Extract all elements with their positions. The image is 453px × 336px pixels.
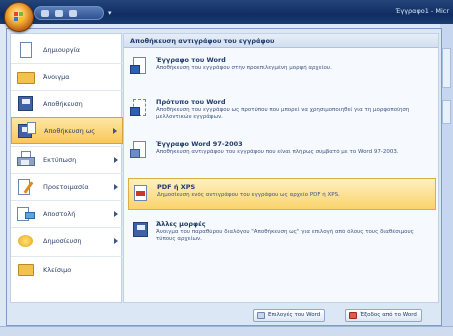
option-other-formats[interactable]: Άλλες μορφές Άνοιγμα του παραθύρου διαλό… xyxy=(128,216,436,256)
menu-item-print[interactable]: Εκτύπωση xyxy=(11,146,123,173)
other-formats-icon xyxy=(130,220,150,242)
option-pdf-xps[interactable]: PDF ή XPS Δημοσίευση ενός αντιγράφου του… xyxy=(128,178,436,210)
close-folder-icon xyxy=(15,260,37,280)
option-word-document[interactable]: Έγγραφο του Word Αποθήκευση του εγγράφου… xyxy=(128,52,436,92)
redo-icon[interactable] xyxy=(69,10,77,17)
menu-item-publish[interactable]: Δημοσίευση xyxy=(11,227,123,254)
submenu-arrow-icon xyxy=(114,238,118,244)
exit-word-button[interactable]: Έξοδος από το Word xyxy=(345,309,422,322)
option-word-template[interactable]: Πρότυπο του Word Αποθήκευση του εγγράφου… xyxy=(128,94,436,134)
office-button[interactable] xyxy=(4,2,34,32)
window-title: Έγγραφο1 - Micr xyxy=(395,7,450,15)
word-options-button[interactable]: Επιλογές του Word xyxy=(253,309,326,322)
save-as-submenu: Αποθήκευση αντιγράφου του εγγράφου Έγγρα… xyxy=(123,33,439,303)
menu-item-save-as[interactable]: Αποθήκευση ως xyxy=(11,117,123,144)
menu-item-close[interactable]: Κλείσιμο xyxy=(11,256,123,283)
office-menu-commands: Δημιουργία Άνοιγμα Αποθήκευση Αποθήκευση… xyxy=(10,33,123,303)
pdf-xps-icon xyxy=(131,183,151,205)
publish-icon xyxy=(15,231,37,251)
save-icon[interactable] xyxy=(41,10,49,17)
menu-item-prepare[interactable]: Προετοιμασία xyxy=(11,173,123,200)
save-disk-icon xyxy=(15,94,37,114)
office-logo-icon xyxy=(14,12,23,21)
send-icon xyxy=(15,204,37,224)
quick-access-toolbar[interactable] xyxy=(34,6,104,20)
word-97-icon xyxy=(130,140,150,162)
printer-icon xyxy=(15,150,37,170)
submenu-arrow-icon xyxy=(114,184,118,190)
options-icon xyxy=(257,312,265,319)
status-bar xyxy=(0,326,453,336)
close-icon xyxy=(349,312,357,319)
submenu-arrow-icon xyxy=(113,128,117,134)
new-document-icon xyxy=(15,40,37,60)
submenu-arrow-icon xyxy=(114,211,118,217)
save-as-icon xyxy=(16,121,38,141)
title-bar: ▾ Έγγραφο1 - Micr xyxy=(0,0,453,24)
word-document-icon xyxy=(130,56,150,78)
office-menu: Δημιουργία Άνοιγμα Αποθήκευση Αποθήκευση… xyxy=(6,28,442,326)
undo-icon[interactable] xyxy=(55,10,63,17)
submenu-arrow-icon xyxy=(114,157,118,163)
menu-item-new[interactable]: Δημιουργία xyxy=(11,36,123,63)
menu-item-send[interactable]: Αποστολή xyxy=(11,200,123,227)
menu-item-save[interactable]: Αποθήκευση xyxy=(11,90,123,117)
menu-item-open[interactable]: Άνοιγμα xyxy=(11,63,123,90)
option-word-97-2003[interactable]: Έγγραφο Word 97-2003 Αποθήκευση αντιγράφ… xyxy=(128,136,436,176)
submenu-header: Αποθήκευση αντιγράφου του εγγράφου xyxy=(124,34,438,48)
word-template-icon xyxy=(130,98,150,120)
prepare-icon xyxy=(15,177,37,197)
open-folder-icon xyxy=(15,67,37,87)
chevron-down-icon[interactable]: ▾ xyxy=(108,9,112,17)
